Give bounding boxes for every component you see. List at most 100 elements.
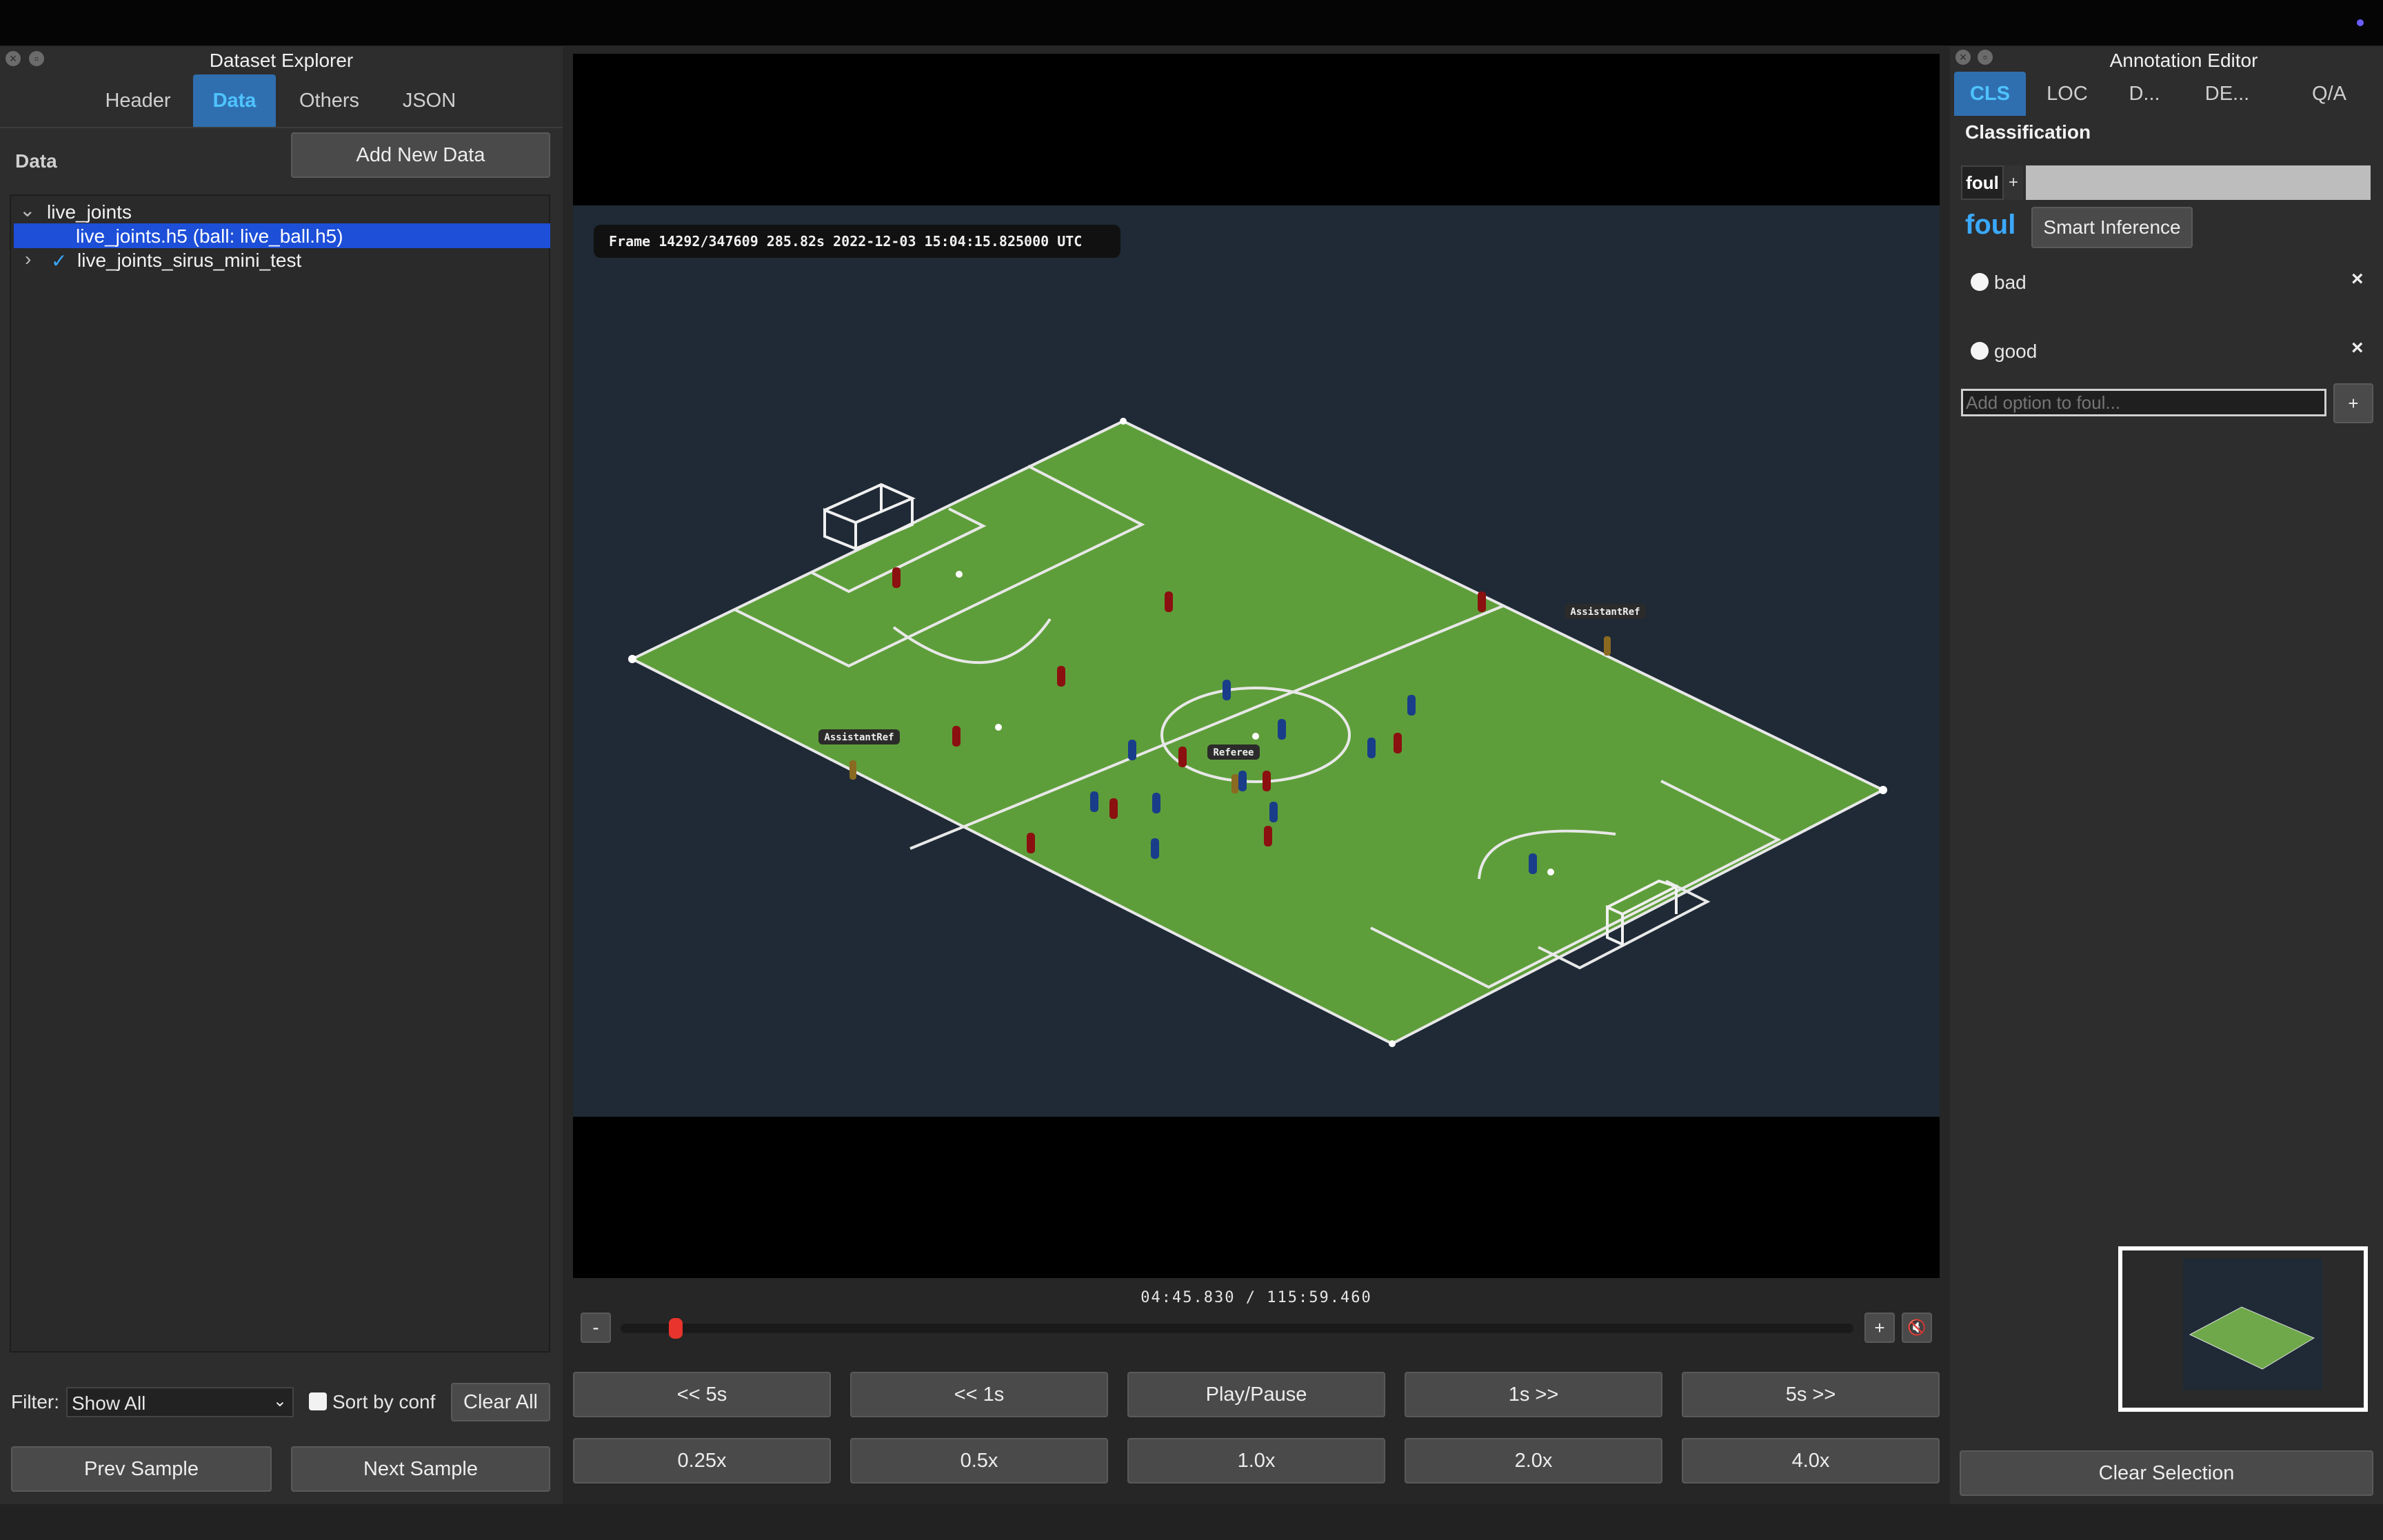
back-5s-button[interactable]: << 5s	[573, 1372, 831, 1417]
category-chip[interactable]: foul	[1961, 165, 2004, 200]
player-marker	[1238, 771, 1247, 791]
left-penalty-spot	[956, 571, 963, 578]
tree-collapse-icon[interactable]: ›	[25, 248, 31, 270]
add-category-button[interactable]: +	[2004, 165, 2023, 200]
option-label-good: good	[1994, 341, 2038, 362]
tab-data[interactable]: Data	[193, 74, 276, 127]
back-1s-button[interactable]: << 1s	[850, 1372, 1108, 1417]
filter-label: Filter:	[11, 1391, 59, 1412]
prev-sample-button[interactable]: Prev Sample	[11, 1446, 272, 1492]
panel-title: Annotation Editor	[2109, 50, 2258, 71]
tab-others[interactable]: Others	[283, 74, 376, 127]
remove-good-icon[interactable]: ×	[2351, 336, 2364, 360]
player-marker	[1407, 695, 1416, 716]
player-marker	[1090, 791, 1098, 812]
minimap-screen	[2122, 1250, 2364, 1408]
video-player: AssistantRef AssistantRef Referee Frame …	[563, 47, 1950, 1504]
official-marker	[849, 760, 856, 780]
assistant-ref-right-label: AssistantRef	[1570, 607, 1640, 618]
player-marker	[1263, 771, 1271, 791]
next-sample-button[interactable]: Next Sample	[291, 1446, 550, 1492]
seek-handle[interactable]	[669, 1318, 683, 1339]
corner-flag	[1389, 1040, 1396, 1047]
speed-1x-button[interactable]: 1.0x	[1127, 1438, 1385, 1483]
tree-expand-icon[interactable]: ⌄	[19, 199, 35, 221]
speed-2x-button[interactable]: 2.0x	[1405, 1438, 1662, 1483]
timecode: 04:45.830 / 115:59.460	[1140, 1289, 1372, 1306]
tab-qa[interactable]: Q/A	[2281, 72, 2377, 116]
corner-flag	[1120, 418, 1127, 425]
clear-selection-button[interactable]: Clear Selection	[1960, 1450, 2373, 1496]
player-marker	[1151, 838, 1159, 859]
corner-flag	[628, 655, 636, 663]
tab-de[interactable]: DE...	[2186, 72, 2269, 116]
option-radio-bad[interactable]	[1971, 273, 1989, 291]
frame-info: Frame 14292/347609 285.82s 2022-12-03 15…	[609, 233, 1082, 250]
speed-0-25x-button[interactable]: 0.25x	[573, 1438, 831, 1483]
player-marker	[1057, 666, 1065, 687]
tree-item-label: live_joints.h5 (ball: live_ball.h5)	[76, 225, 343, 247]
speed-4x-button[interactable]: 4.0x	[1682, 1438, 1940, 1483]
remove-bad-icon[interactable]: ×	[2351, 267, 2364, 291]
player-marker	[952, 726, 961, 747]
video-frame[interactable]: AssistantRef AssistantRef Referee Frame …	[573, 54, 1940, 1278]
player-marker	[1367, 738, 1376, 758]
add-option-button[interactable]: +	[2333, 383, 2373, 423]
filter-select[interactable]: Show All ⌄	[66, 1387, 294, 1417]
player-marker	[1269, 802, 1278, 822]
section-heading: Classification	[1965, 121, 2091, 143]
panel-title: Dataset Explorer	[209, 50, 354, 71]
tab-underline	[0, 127, 563, 128]
top-bar	[0, 0, 2383, 45]
category-bar	[2026, 165, 2371, 200]
minimap-video	[2183, 1259, 2322, 1390]
mute-icon[interactable]: 🔇	[1902, 1313, 1932, 1343]
status-bar	[0, 1504, 2383, 1540]
add-new-data-button[interactable]: Add New Data	[291, 132, 550, 178]
data-tree: ⌄ live_joints live_joints.h5 (ball: live…	[10, 194, 550, 1352]
tab-header[interactable]: Header	[90, 74, 186, 127]
clear-all-button[interactable]: Clear All	[451, 1383, 550, 1421]
player-marker	[1529, 853, 1537, 874]
player-marker	[1178, 747, 1187, 767]
player-marker	[892, 567, 901, 588]
dataset-explorer-panel: × ▫ Dataset Explorer Header Data Others …	[0, 47, 563, 1504]
add-option-input[interactable]	[1961, 389, 2326, 416]
tab-d[interactable]: D...	[2109, 72, 2180, 116]
forward-1s-button[interactable]: 1s >>	[1405, 1372, 1662, 1417]
ball	[995, 724, 1002, 731]
tab-loc[interactable]: LOC	[2031, 72, 2103, 116]
player-marker	[1478, 591, 1486, 612]
pitch-view: AssistantRef AssistantRef Referee Frame …	[573, 205, 1940, 1117]
seek-track[interactable]	[621, 1318, 1853, 1339]
player-marker	[1394, 733, 1402, 753]
smart-inference-button[interactable]: Smart Inference	[2031, 207, 2193, 248]
tree-root[interactable]: live_joints	[47, 201, 132, 223]
player-marker	[1264, 826, 1272, 847]
sort-label: Sort by conf	[332, 1391, 436, 1412]
zoom-out-button[interactable]: -	[581, 1313, 611, 1343]
tab-cls[interactable]: CLS	[1954, 72, 2026, 116]
tree-item-selected[interactable]: live_joints.h5 (ball: live_ball.h5)	[14, 223, 550, 248]
center-spot	[1252, 733, 1259, 740]
player-marker	[1165, 591, 1173, 612]
section-label: Data	[15, 150, 57, 172]
option-radio-good[interactable]	[1971, 342, 1989, 360]
minimap-pitch	[2189, 1306, 2315, 1370]
referee-label: Referee	[1213, 747, 1254, 758]
speed-0-5x-button[interactable]: 0.5x	[850, 1438, 1108, 1483]
forward-5s-button[interactable]: 5s >>	[1682, 1372, 1940, 1417]
tab-json[interactable]: JSON	[383, 74, 476, 127]
zoom-in-button[interactable]: +	[1864, 1313, 1895, 1343]
right-penalty-spot	[1547, 869, 1554, 875]
player-marker	[1128, 740, 1136, 760]
annotation-editor-panel: × ▫ Annotation Editor CLS LOC D... DE...…	[1950, 47, 2383, 1504]
assistant-ref-left-label: AssistantRef	[824, 732, 894, 743]
official-marker	[1604, 636, 1611, 656]
play-pause-button[interactable]: Play/Pause	[1127, 1372, 1385, 1417]
player-marker	[1278, 719, 1286, 740]
minimap-thumbnail[interactable]	[2118, 1246, 2368, 1412]
sort-checkbox[interactable]	[309, 1392, 327, 1410]
player-marker	[1027, 833, 1035, 853]
tree-item-sibling[interactable]: live_joints_sirus_mini_test	[77, 250, 301, 272]
